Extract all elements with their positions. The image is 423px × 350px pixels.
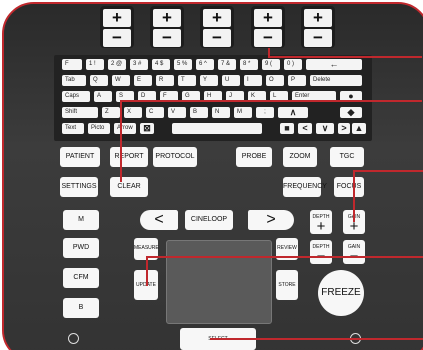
key-9[interactable]: 9 ( <box>262 59 280 70</box>
triangle-key[interactable]: ▲ <box>352 123 366 134</box>
annotation-line-gain <box>353 170 423 172</box>
zoom-button[interactable]: ZOOM <box>283 147 317 167</box>
m-mode-button[interactable]: M <box>63 210 99 230</box>
touchpad[interactable] <box>166 240 272 324</box>
diamond-key[interactable]: ◆ <box>340 107 362 118</box>
tgc-slider-1[interactable]: + − <box>100 6 134 48</box>
tgc-plus-button[interactable]: + <box>254 9 282 27</box>
cineloop-button[interactable]: CINELOOP <box>185 210 233 230</box>
annotation-line-keyboard <box>120 100 422 102</box>
key-1[interactable]: 1 ! <box>86 59 104 70</box>
key-y[interactable]: Y <box>200 75 218 86</box>
annotation-line-keyboard <box>120 100 122 182</box>
key-7[interactable]: 7 & <box>218 59 236 70</box>
tgc-plus-button[interactable]: + <box>103 9 131 27</box>
settings-button[interactable]: SETTINGS <box>60 177 98 197</box>
ultrasound-control-panel: + − + − + − + − + − F 1 ! 2 @ 3 # 4 $ 5 … <box>0 0 423 350</box>
key-n[interactable]: N <box>212 107 230 118</box>
depth-decrease-button[interactable]: DEPTH− <box>310 240 332 264</box>
clear-button[interactable]: CLEAR <box>110 177 148 197</box>
annotation-line-select <box>210 338 423 340</box>
tgc-slider-2[interactable]: + − <box>150 6 184 48</box>
tgc-slider-4[interactable]: + − <box>251 6 285 48</box>
up-arrow-key[interactable]: ∧ <box>278 107 308 118</box>
protocol-button[interactable]: PROTOCOL <box>153 147 197 167</box>
backspace-key[interactable]: ← <box>306 59 362 70</box>
key-delete[interactable]: Delete <box>310 75 362 86</box>
key-p[interactable]: P <box>288 75 306 86</box>
key-delete-all[interactable]: ⊠ <box>140 123 154 134</box>
tgc-minus-button[interactable]: − <box>304 29 332 47</box>
patient-button[interactable]: PATIENT <box>60 147 100 167</box>
cine-back-button[interactable]: < <box>140 210 178 230</box>
key-o[interactable]: O <box>266 75 284 86</box>
tgc-plus-button[interactable]: + <box>203 9 231 27</box>
square-key[interactable]: ■ <box>280 123 294 134</box>
key-i[interactable]: I <box>244 75 262 86</box>
frequency-button[interactable]: FREQUENCY <box>283 177 327 197</box>
probe-button[interactable]: PROBE <box>236 147 272 167</box>
alphanumeric-keyboard: F 1 ! 2 @ 3 # 4 $ 5 % 6 ^ 7 & 8 * 9 ( 0 … <box>54 55 372 141</box>
key-arrow[interactable]: Arrow <box>114 123 136 134</box>
key-q[interactable]: Q <box>90 75 108 86</box>
focus-button[interactable]: FOCUS <box>334 177 364 197</box>
left-arrow-key[interactable]: < <box>298 123 312 134</box>
report-button[interactable]: REPORT <box>110 147 148 167</box>
key-r[interactable]: R <box>156 75 174 86</box>
key-0[interactable]: 0 ) <box>284 59 302 70</box>
key-f[interactable]: F <box>62 59 82 70</box>
key-v[interactable]: V <box>168 107 186 118</box>
key-text[interactable]: Text <box>62 123 84 134</box>
annotation-line-gain <box>353 170 355 222</box>
pwd-mode-button[interactable]: PWD <box>63 238 99 258</box>
right-arrow-key[interactable]: > <box>338 123 350 134</box>
key-x[interactable]: X <box>124 107 142 118</box>
key-c[interactable]: C <box>146 107 164 118</box>
key-2[interactable]: 2 @ <box>108 59 126 70</box>
annotation-line-update <box>146 256 148 286</box>
tgc-slider-5[interactable]: + − <box>301 6 335 48</box>
depth-increase-button[interactable]: DEPTH + <box>310 210 332 234</box>
key-semicolon[interactable]: ; <box>256 107 274 118</box>
key-3[interactable]: 3 # <box>130 59 148 70</box>
store-button[interactable]: STORE <box>276 270 298 300</box>
key-e[interactable]: E <box>134 75 152 86</box>
gain-decrease-button[interactable]: GAIN− <box>343 240 365 264</box>
tgc-slider-3[interactable]: + − <box>200 6 234 48</box>
key-6[interactable]: 6 ^ <box>196 59 214 70</box>
key-shift[interactable]: Shift <box>62 107 98 118</box>
tgc-button[interactable]: TGC <box>330 147 364 167</box>
key-u[interactable]: U <box>222 75 240 86</box>
cine-forward-button[interactable]: > <box>248 210 294 230</box>
corner-screw-left <box>68 333 79 344</box>
plus-icon: + <box>316 218 326 235</box>
tgc-minus-button[interactable]: − <box>153 29 181 47</box>
b-mode-button[interactable]: B <box>63 298 99 318</box>
key-m[interactable]: M <box>234 107 252 118</box>
key-tab[interactable]: Tab <box>62 75 86 86</box>
key-caps[interactable]: Caps <box>62 91 90 102</box>
key-z[interactable]: Z <box>102 107 120 118</box>
tgc-minus-button[interactable]: − <box>103 29 131 47</box>
key-4[interactable]: 4 $ <box>152 59 170 70</box>
annotation-line-update <box>146 256 423 258</box>
key-picto[interactable]: Picto <box>88 123 110 134</box>
key-8[interactable]: 8 * <box>240 59 258 70</box>
key-w[interactable]: W <box>112 75 130 86</box>
tgc-minus-button[interactable]: − <box>254 29 282 47</box>
cfm-mode-button[interactable]: CFM <box>63 268 99 288</box>
key-t[interactable]: T <box>178 75 196 86</box>
freeze-button[interactable]: FREEZE <box>318 270 364 316</box>
key-5[interactable]: 5 % <box>174 59 192 70</box>
down-arrow-key[interactable]: ∨ <box>316 123 334 134</box>
tgc-plus-button[interactable]: + <box>304 9 332 27</box>
key-space[interactable] <box>172 123 262 134</box>
tgc-plus-button[interactable]: + <box>153 9 181 27</box>
key-a[interactable]: A <box>94 91 112 102</box>
plus-icon: + <box>349 218 359 235</box>
tgc-minus-button[interactable]: − <box>203 29 231 47</box>
annotation-line-tgc <box>268 56 422 58</box>
key-b[interactable]: B <box>190 107 208 118</box>
